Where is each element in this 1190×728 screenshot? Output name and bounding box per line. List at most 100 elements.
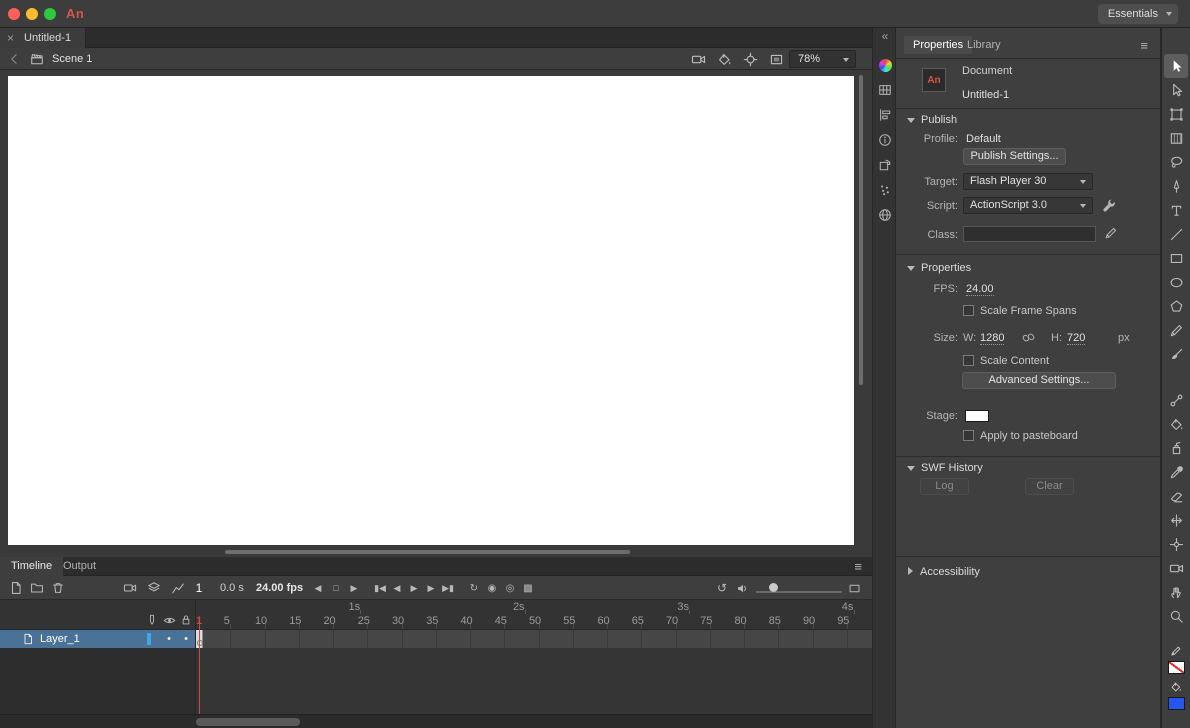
playhead-frame-label[interactable]: 1 [196, 615, 202, 627]
layer-name-label[interactable]: Layer_1 [40, 630, 80, 648]
line-tool[interactable] [1164, 222, 1188, 246]
align-panel-icon[interactable] [873, 104, 897, 126]
lock-column-icon[interactable] [179, 613, 193, 627]
timeline-panel-menu-icon[interactable]: ≡ [854, 559, 862, 574]
class-edit-pencil-icon[interactable] [1104, 226, 1118, 240]
rectangle-tool[interactable] [1164, 246, 1188, 270]
layer-lock-dot[interactable]: • [180, 630, 192, 648]
brush-tool[interactable] [1164, 342, 1188, 366]
layer-frames-row[interactable] [196, 630, 872, 648]
color-panel-icon[interactable] [873, 54, 897, 76]
brush-library-panel-icon[interactable] [873, 179, 897, 201]
hand-tool[interactable] [1164, 580, 1188, 604]
width-value[interactable]: 1280 [980, 331, 1004, 345]
minimize-window-icon[interactable] [26, 8, 38, 20]
highlight-column-icon[interactable] [145, 613, 159, 627]
tab-library[interactable]: Library [958, 36, 1010, 54]
eraser-tool[interactable] [1164, 484, 1188, 508]
camera-tool[interactable] [1164, 556, 1188, 580]
new-folder-icon[interactable] [29, 580, 45, 596]
timeline-horizontal-scrollbar[interactable] [0, 714, 872, 728]
scrollbar-thumb[interactable] [225, 550, 630, 554]
properties-section-header[interactable]: Properties [896, 260, 1161, 276]
go-first-frame-icon[interactable]: ▮◀ [372, 580, 388, 596]
document-tab[interactable]: × Untitled-1 [0, 28, 86, 48]
step-forward-icon[interactable]: ▶ [423, 580, 439, 596]
script-select[interactable]: ActionScript 3.0 [963, 197, 1093, 214]
onion-outlines-icon[interactable]: ◎ [502, 580, 518, 596]
scale-content-checkbox[interactable] [963, 355, 974, 366]
swf-history-section-header[interactable]: SWF History [896, 460, 1161, 476]
swf-clear-button[interactable]: Clear [1025, 478, 1074, 495]
layer-visibility-dot[interactable]: • [163, 630, 175, 648]
apply-pasteboard-checkbox[interactable] [963, 430, 974, 441]
accessibility-section-header[interactable]: Accessibility [896, 564, 1161, 580]
play-icon[interactable]: ▶ [406, 580, 422, 596]
layer-row[interactable]: Layer_1 • • [0, 630, 196, 648]
workspace-switcher-button[interactable]: Essentials [1098, 4, 1178, 24]
step-back-icon[interactable]: ◀ [389, 580, 405, 596]
stage-pasteboard[interactable] [0, 70, 872, 557]
stage-canvas[interactable] [8, 76, 854, 545]
selection-tool[interactable] [1164, 54, 1188, 78]
zoom-tool[interactable] [1164, 604, 1188, 628]
next-keyframe-icon[interactable]: ▶ [346, 580, 362, 596]
timeline-ruler[interactable]: 1s2s3s4s51015202530354045505560657075808… [196, 600, 872, 630]
close-tab-icon[interactable]: × [7, 28, 14, 48]
stage-fill-icon[interactable] [716, 51, 732, 67]
frame-rate-indicator[interactable]: 24.00 fps [256, 581, 303, 595]
center-stage-icon[interactable] [742, 51, 758, 67]
scrollbar-thumb[interactable] [859, 75, 863, 385]
fill-color-swatch[interactable] [1168, 697, 1185, 710]
camera-toggle-icon[interactable] [690, 51, 706, 67]
text-tool[interactable] [1164, 198, 1188, 222]
new-layer-icon[interactable] [8, 580, 24, 596]
subselection-tool[interactable] [1164, 78, 1188, 102]
lasso-tool[interactable] [1164, 150, 1188, 174]
width-tool[interactable] [1164, 508, 1188, 532]
layer-highlight-swatch[interactable] [147, 633, 151, 645]
polystar-tool[interactable] [1164, 294, 1188, 318]
fps-value[interactable]: 24.00 [966, 282, 994, 296]
cc-libraries-panel-icon[interactable] [873, 204, 897, 226]
script-settings-wrench-icon[interactable] [1102, 198, 1116, 212]
asset-warp-tool[interactable] [1164, 532, 1188, 556]
timeline-sound-icon[interactable] [734, 580, 750, 596]
pencil-tool[interactable] [1164, 318, 1188, 342]
show-hide-column-eye-icon[interactable] [162, 613, 176, 627]
layer-parenting-icon[interactable] [146, 580, 162, 596]
free-transform-tool[interactable] [1164, 102, 1188, 126]
stroke-color-swatch[interactable] [1168, 661, 1185, 674]
eyedropper-tool[interactable] [1164, 460, 1188, 484]
zoom-level-select[interactable]: 78% [789, 50, 856, 68]
stage-color-swatch[interactable] [965, 410, 989, 422]
height-value[interactable]: 720 [1067, 331, 1085, 345]
paint-bucket-tool[interactable] [1164, 412, 1188, 436]
delete-layer-icon[interactable] [50, 580, 66, 596]
oval-tool[interactable] [1164, 270, 1188, 294]
swf-log-button[interactable]: Log [920, 478, 969, 495]
timeline-zoom-slider-knob[interactable] [769, 583, 778, 592]
pen-tool[interactable] [1164, 174, 1188, 198]
reset-timeline-zoom-icon[interactable]: ↺ [714, 580, 730, 596]
gradient-transform-tool[interactable] [1164, 126, 1188, 150]
close-window-icon[interactable] [8, 8, 20, 20]
graph-editor-icon[interactable] [170, 580, 186, 596]
info-panel-icon[interactable] [873, 129, 897, 151]
publish-section-header[interactable]: Publish [896, 112, 1161, 128]
publish-settings-button[interactable]: Publish Settings... [963, 148, 1066, 165]
scrollbar-thumb[interactable] [196, 718, 300, 726]
panel-menu-icon[interactable]: ≡ [1140, 38, 1148, 53]
frame-view-icon[interactable] [846, 580, 862, 596]
loop-icon[interactable]: ↻ [466, 580, 482, 596]
advanced-settings-button[interactable]: Advanced Settings... [962, 372, 1116, 389]
tab-output[interactable]: Output [52, 557, 107, 576]
onion-skin-icon[interactable]: ◉ [484, 580, 500, 596]
clip-content-icon[interactable] [768, 51, 784, 67]
stage-vertical-scrollbar[interactable] [856, 70, 865, 545]
swatches-panel-icon[interactable] [873, 79, 897, 101]
playhead-line[interactable] [199, 617, 200, 714]
add-camera-icon[interactable] [122, 580, 138, 596]
stage-horizontal-scrollbar[interactable] [0, 547, 855, 556]
zoom-window-icon[interactable] [44, 8, 56, 20]
